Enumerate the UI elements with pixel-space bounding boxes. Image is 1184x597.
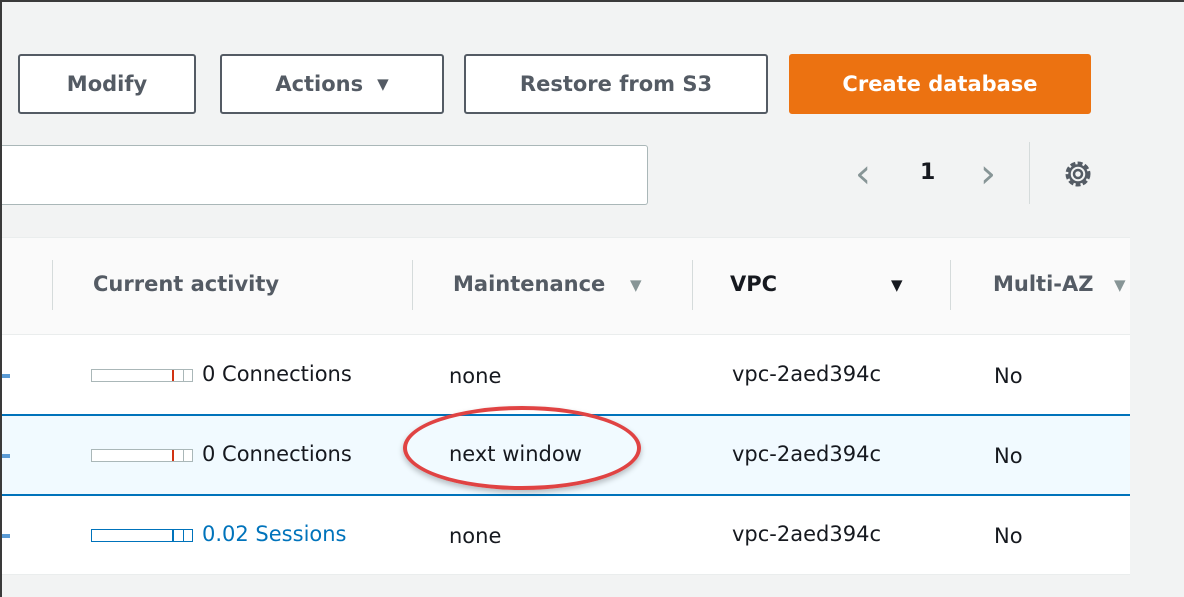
- caret-down-icon: ▼: [377, 75, 389, 93]
- vpc-value: vpc-2aed394c: [732, 522, 881, 546]
- right-gutter: [1130, 2, 1184, 597]
- create-database-button[interactable]: Create database: [789, 54, 1091, 114]
- gear-icon[interactable]: [1063, 159, 1093, 189]
- table-bottom-border: [2, 574, 1130, 575]
- highlight-annotation-circle: [403, 406, 641, 490]
- sort-caret-icon[interactable]: ▼: [630, 276, 642, 294]
- restore-from-s3-button[interactable]: Restore from S3: [464, 54, 768, 114]
- column-separator: [692, 260, 693, 310]
- row-edge-marker: [2, 374, 10, 378]
- vpc-value: vpc-2aed394c: [732, 442, 881, 466]
- column-header-multi-az[interactable]: Multi-AZ: [993, 272, 1093, 296]
- column-separator: [412, 260, 413, 310]
- previous-page-icon[interactable]: ‹: [855, 152, 871, 196]
- current-page-number[interactable]: 1: [920, 160, 935, 185]
- next-page-icon[interactable]: ›: [980, 152, 996, 196]
- table-row[interactable]: 0 Connections none vpc-2aed394c No: [2, 336, 1130, 414]
- current-activity-value: 0 Connections: [202, 362, 352, 386]
- current-activity-link[interactable]: 0.02 Sessions: [202, 522, 347, 546]
- activity-meter: [91, 369, 193, 382]
- sort-caret-icon[interactable]: ▼: [891, 276, 903, 294]
- maintenance-value: none: [449, 364, 502, 388]
- row-edge-marker: [2, 534, 10, 538]
- activity-meter: [91, 449, 193, 462]
- maintenance-value: none: [449, 524, 502, 548]
- actions-button-label: Actions: [275, 72, 364, 96]
- column-separator: [950, 260, 951, 310]
- create-button-label: Create database: [842, 72, 1038, 96]
- restore-button-label: Restore from S3: [519, 72, 713, 96]
- frame-top-border: [0, 0, 1184, 2]
- search-input[interactable]: [2, 145, 648, 205]
- multi-az-value: No: [994, 524, 1023, 548]
- column-separator: [52, 260, 53, 310]
- db-instances-table: Current activity Maintenance ▼ VPC ▼ Mul…: [2, 237, 1130, 575]
- vpc-value: vpc-2aed394c: [732, 362, 881, 386]
- table-row[interactable]: 0.02 Sessions none vpc-2aed394c No: [2, 496, 1130, 574]
- modify-button-label: Modify: [66, 72, 148, 96]
- current-activity-value: 0 Connections: [202, 442, 352, 466]
- column-header-vpc[interactable]: VPC: [730, 272, 777, 296]
- column-header-current-activity[interactable]: Current activity: [93, 272, 279, 296]
- row-edge-marker: [2, 454, 10, 458]
- modify-button[interactable]: Modify: [18, 54, 196, 114]
- activity-meter: [91, 529, 193, 542]
- table-header: Current activity Maintenance ▼ VPC ▼ Mul…: [2, 238, 1130, 335]
- multi-az-value: No: [994, 364, 1023, 388]
- multi-az-value: No: [994, 444, 1023, 468]
- column-header-maintenance[interactable]: Maintenance: [453, 272, 605, 296]
- sort-caret-icon[interactable]: ▼: [1114, 276, 1126, 294]
- actions-button[interactable]: Actions ▼: [220, 54, 444, 114]
- pagination-divider: [1029, 142, 1030, 204]
